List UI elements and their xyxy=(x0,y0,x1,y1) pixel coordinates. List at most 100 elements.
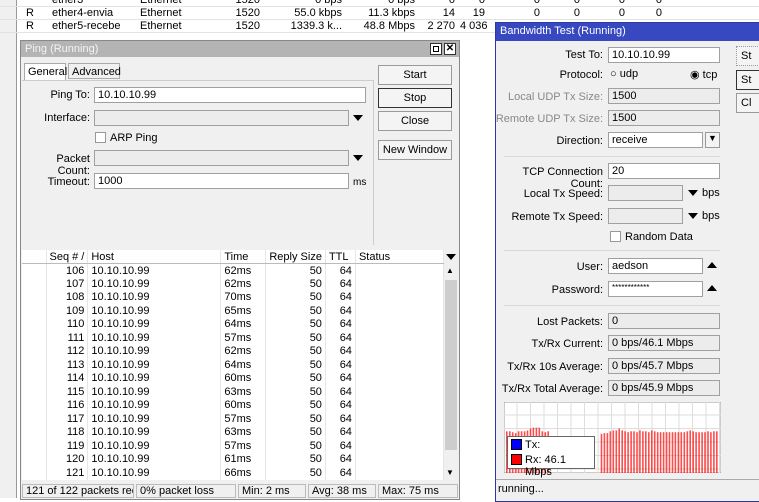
table-row[interactable]: 107 10.10.10.99 62ms 50 64 xyxy=(22,277,445,291)
arp-ping-checkbox[interactable] xyxy=(95,132,106,143)
random-data-label: Random Data xyxy=(625,231,693,243)
table-row[interactable]: 106 10.10.10.99 62ms 50 64 xyxy=(22,263,445,277)
start-button[interactable]: Start xyxy=(378,65,452,85)
remote-speed-dropdown-icon[interactable] xyxy=(688,213,698,219)
scroll-up-icon[interactable]: ▲ xyxy=(446,266,454,275)
local-udp-input[interactable]: 1500 xyxy=(608,88,720,104)
interface-row[interactable]: ether3◂▸Ethernet15200 bps0 bps000000 xyxy=(0,0,759,7)
ttl-cell: 64 xyxy=(325,385,356,399)
time-cell: 60ms xyxy=(220,371,267,385)
table-row[interactable]: 110 10.10.10.99 64ms 50 64 xyxy=(22,317,445,331)
avg-status: Avg: 38 ms xyxy=(308,484,376,498)
table-row[interactable]: 117 10.10.10.99 57ms 50 64 xyxy=(22,412,445,426)
seq-cell: 114 xyxy=(46,371,89,385)
host-cell: 10.10.10.99 xyxy=(87,263,222,277)
seq-cell: 115 xyxy=(46,385,89,399)
interface-name: ether5-recebe xyxy=(52,20,121,32)
local-speed-dropdown-icon[interactable] xyxy=(688,190,698,196)
remote-udp-input[interactable]: 1500 xyxy=(608,110,720,126)
status-cell xyxy=(355,344,445,358)
arp-ping-label: ARP Ping xyxy=(110,132,158,144)
rx-bar xyxy=(686,431,689,473)
time-cell: 63ms xyxy=(220,385,267,399)
bw-close-button[interactable]: Cl xyxy=(736,93,759,113)
packet-count-dropdown-icon[interactable] xyxy=(353,155,363,161)
interface-select[interactable] xyxy=(94,110,349,126)
scrollbar-thumb[interactable] xyxy=(445,280,457,450)
rx-bar xyxy=(624,431,626,473)
udp-radio[interactable]: ○ udp xyxy=(610,68,638,80)
table-row[interactable]: 108 10.10.10.99 70ms 50 64 xyxy=(22,290,445,304)
reply-size-cell: 50 xyxy=(265,263,326,277)
column-reply-size[interactable]: Reply Size xyxy=(265,250,326,264)
table-row[interactable]: 112 10.10.10.99 62ms 50 64 xyxy=(22,344,445,358)
rx-bar xyxy=(716,431,718,473)
stop-button[interactable]: Stop xyxy=(378,88,452,108)
column-status[interactable]: Status xyxy=(355,250,445,264)
ping-to-input[interactable]: 10.10.10.99 xyxy=(94,87,366,103)
local-speed-input[interactable] xyxy=(608,185,683,201)
time-cell: 63ms xyxy=(220,425,267,439)
user-collapse-icon[interactable] xyxy=(707,262,717,268)
tcp-radio[interactable]: ◉ tcp xyxy=(690,68,717,81)
host-cell: 10.10.10.99 xyxy=(87,412,222,426)
password-input[interactable]: ************ xyxy=(608,281,703,297)
bw-stop-button[interactable]: St xyxy=(736,70,759,90)
column-seq[interactable]: Seq # / xyxy=(46,250,89,264)
lost-packets-label: Lost Packets: xyxy=(536,316,603,328)
table-row[interactable]: 113 10.10.10.99 64ms 50 64 xyxy=(22,358,445,372)
ttl-cell: 64 xyxy=(325,277,356,291)
interface-c6: 0 xyxy=(655,0,662,6)
flag-column-header[interactable] xyxy=(22,250,47,264)
interface-row[interactable]: Rether4-envia◂▸Ethernet152055.0 kbps11.3… xyxy=(0,7,759,20)
table-row[interactable]: 111 10.10.10.99 57ms 50 64 xyxy=(22,331,445,345)
seq-cell: 118 xyxy=(46,425,89,439)
tab-advanced[interactable]: Advanced xyxy=(68,63,121,79)
interface-dropdown-icon[interactable] xyxy=(353,115,363,121)
remote-speed-input[interactable] xyxy=(608,208,683,224)
timeout-input[interactable]: 1000 xyxy=(94,173,349,189)
flag-cell xyxy=(22,452,47,466)
scroll-down-icon[interactable]: ▼ xyxy=(446,468,454,477)
close-window-button[interactable]: ✕ xyxy=(444,43,456,55)
ttl-cell: 64 xyxy=(325,358,356,372)
direction-select[interactable]: receive xyxy=(608,132,703,148)
new-window-button[interactable]: New Window xyxy=(378,140,452,160)
column-host[interactable]: Host xyxy=(87,250,222,264)
ping-title-bar[interactable]: Ping (Running) xyxy=(21,41,459,57)
table-row[interactable]: 120 10.10.10.99 61ms 50 64 xyxy=(22,452,445,466)
maximize-button[interactable] xyxy=(430,43,442,55)
table-row[interactable]: 115 10.10.10.99 63ms 50 64 xyxy=(22,385,445,399)
bw-start-button[interactable]: St xyxy=(736,46,759,66)
column-time[interactable]: Time xyxy=(220,250,267,264)
bw-title-bar[interactable]: Bandwidth Test (Running) xyxy=(496,23,759,41)
table-row[interactable]: 118 10.10.10.99 63ms 50 64 xyxy=(22,425,445,439)
rx-bar xyxy=(633,431,635,473)
table-row[interactable]: 119 10.10.10.99 57ms 50 64 xyxy=(22,439,445,453)
close-button[interactable]: Close xyxy=(378,111,452,131)
time-cell: 62ms xyxy=(220,277,267,291)
table-row[interactable]: 114 10.10.10.99 60ms 50 64 xyxy=(22,371,445,385)
rx-bar xyxy=(639,430,641,473)
packet-count-select[interactable] xyxy=(94,150,349,166)
reply-size-cell: 50 xyxy=(265,344,326,358)
password-collapse-icon[interactable] xyxy=(707,285,717,291)
table-row[interactable]: 109 10.10.10.99 65ms 50 64 xyxy=(22,304,445,318)
seq-cell: 111 xyxy=(46,331,89,345)
scrollbar[interactable]: ▲ ▼ xyxy=(444,250,458,480)
tcp-count-input[interactable]: 20 xyxy=(608,163,720,179)
direction-dropdown-icon[interactable]: ▼ xyxy=(705,132,720,148)
flag-cell xyxy=(22,358,47,372)
column-menu-icon[interactable] xyxy=(446,254,456,260)
random-data-checkbox[interactable] xyxy=(610,231,621,242)
column-ttl[interactable]: TTL xyxy=(325,250,356,264)
time-cell: 64ms xyxy=(220,317,267,331)
tcp-count-label: TCP Connection Count: xyxy=(522,166,603,190)
flag-cell xyxy=(22,290,47,304)
tab-general[interactable]: General xyxy=(24,63,67,80)
table-row[interactable]: 116 10.10.10.99 60ms 50 64 xyxy=(22,398,445,412)
time-cell: 64ms xyxy=(220,358,267,372)
user-input[interactable]: aedson xyxy=(608,258,703,274)
table-row[interactable]: 121 10.10.10.99 66ms 50 64 xyxy=(22,466,445,480)
test-to-input[interactable]: 10.10.10.99 xyxy=(608,47,720,63)
